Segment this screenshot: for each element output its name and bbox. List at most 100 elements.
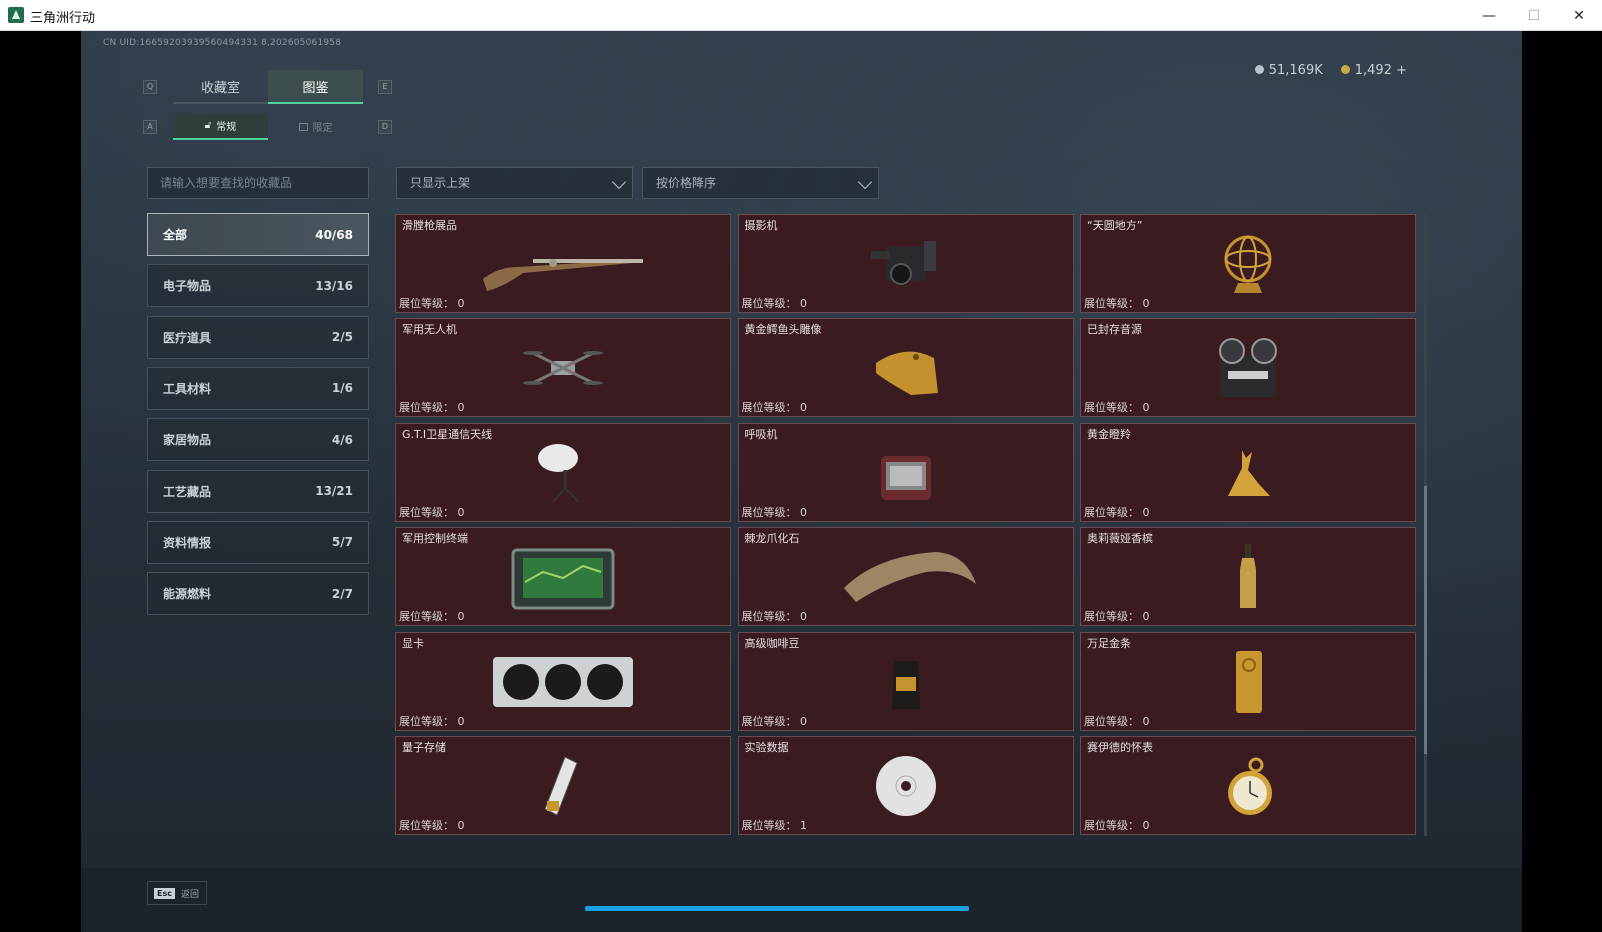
collection-card[interactable]: 奥莉薇娅香槟 展位等级： 0 — [1080, 527, 1416, 627]
chevron-down-icon — [857, 174, 873, 190]
tab-collection-room[interactable]: 收藏室 — [173, 70, 268, 104]
bottom-bar — [81, 868, 1522, 932]
item-name: 摄影机 — [744, 219, 778, 232]
category-count: 2/7 — [331, 586, 353, 601]
app-logo-icon — [8, 7, 24, 23]
item-name: 高级咖啡豆 — [744, 636, 800, 650]
collection-card[interactable]: 高级咖啡豆展位等级： 0 — [737, 631, 1074, 731]
collection-card[interactable]: “天圆地方” 展位等级： 0 — [1080, 214, 1416, 313]
display-level: 展位等级： 0 — [399, 401, 465, 415]
tab-codex[interactable]: 图鉴 — [268, 70, 363, 104]
category-item[interactable]: 工艺藏品 13/21 — [147, 469, 369, 513]
collection-card[interactable]: 呼吸机 展位等级： 0 — [737, 422, 1074, 522]
subtab-regular[interactable]: 🔓︎ 常规 — [173, 113, 268, 140]
item-name: 显卡 — [402, 636, 424, 650]
category-label: 医疗道具 — [163, 330, 212, 345]
collection-card[interactable]: 已封存音源 展位等级： 0 — [1080, 318, 1416, 418]
item-name: 量子存储 — [402, 741, 446, 754]
back-label: 返回 — [180, 889, 199, 900]
champagne-icon — [1158, 542, 1338, 612]
collection-card[interactable]: 实验数据 展位等级： 1 — [737, 736, 1074, 835]
player-uid: CN UID:16659203939560494331 8,2026050619… — [103, 38, 342, 48]
category-count: 1/6 — [331, 381, 353, 396]
category-count: 40/68 — [315, 227, 353, 242]
display-level: 展位等级： 0 — [399, 714, 465, 728]
lock-open-icon: 🔓︎ — [204, 120, 212, 131]
category-item[interactable]: 全部 40/68 — [147, 213, 369, 256]
claw-fossil-icon — [816, 542, 996, 612]
display-level: 展位等级： 0 — [1084, 819, 1150, 832]
collection-card[interactable]: 显卡展位等级： 0 — [395, 631, 731, 731]
display-level: 展位等级： 0 — [399, 297, 465, 310]
display-level: 展位等级： 0 — [1084, 610, 1150, 624]
collection-card[interactable]: 万足金条 展位等级： 0 — [1080, 631, 1416, 731]
maximize-button[interactable]: ☐ — [1511, 0, 1557, 31]
category-item[interactable]: 能源燃料 2/7 — [147, 572, 369, 616]
category-item[interactable]: 电子物品 13/16 — [147, 264, 369, 308]
display-level: 展位等级： 0 — [741, 297, 808, 310]
satellite-dish-icon — [473, 438, 653, 508]
collection-card[interactable]: 滑膛枪展品 展位等级： 0 — [395, 214, 731, 313]
collection-card[interactable]: 军用无人机展位等级： 0 — [395, 318, 731, 418]
key-hint-e: E — [378, 80, 392, 94]
coffee-bag-icon — [816, 647, 996, 717]
category-item[interactable]: 医疗道具 2/5 — [147, 315, 369, 359]
collection-card[interactable]: 摄影机展位等级： 0 — [737, 214, 1074, 313]
category-label: 资料情报 — [163, 535, 212, 550]
back-button[interactable]: Esc 返回 — [147, 881, 207, 905]
item-name: 军用无人机 — [402, 323, 457, 337]
display-level: 展位等级： 0 — [741, 610, 808, 624]
category-item[interactable]: 资料情报 5/7 — [147, 520, 369, 564]
item-name: “天圆地方” — [1087, 219, 1143, 232]
letterbox-right — [1522, 31, 1602, 932]
reel-recorder-icon — [1158, 333, 1338, 403]
subtab-limited[interactable]: 限定 — [268, 113, 363, 140]
item-name: 赛伊德的怀表 — [1087, 741, 1153, 754]
item-name: 已封存音源 — [1087, 323, 1142, 337]
category-count: 13/21 — [315, 484, 353, 498]
search-input[interactable]: 请输入想要查找的收藏品 — [147, 167, 369, 199]
close-button[interactable]: ✕ — [1556, 0, 1602, 31]
shelf-filter-dropdown[interactable]: 只显示上架 — [396, 167, 633, 199]
key-hint-q: Q — [143, 80, 157, 94]
letterbox-left — [0, 31, 81, 932]
display-level: 展位等级： 0 — [741, 714, 808, 728]
item-name: 实验数据 — [744, 741, 789, 754]
chevron-down-icon — [611, 174, 627, 190]
display-level: 展位等级： 0 — [399, 610, 465, 624]
category-item[interactable]: 工具材料 1/6 — [147, 366, 369, 410]
collection-card[interactable]: 棘龙爪化石 展位等级： 0 — [737, 527, 1074, 627]
collection-card[interactable]: 赛伊德的怀表 展位等级： 0 — [1080, 736, 1416, 835]
category-count: 2/5 — [331, 330, 353, 345]
window-title: 三角洲行动 — [30, 11, 96, 26]
category-label: 全部 — [163, 228, 188, 242]
gazelle-icon — [1158, 438, 1338, 508]
minimize-button[interactable]: — — [1466, 0, 1512, 31]
collection-card[interactable]: 军用控制终端 展位等级： 0 — [395, 527, 731, 627]
display-level: 展位等级： 0 — [741, 505, 808, 519]
currency-gold[interactable]: 1,492 + — [1340, 63, 1407, 78]
display-level: 展位等级： 0 — [399, 505, 465, 519]
silver-coin-icon — [1254, 65, 1264, 74]
collection-card[interactable]: 黄金瞪羚 展位等级： 0 — [1080, 422, 1416, 522]
sort-dropdown[interactable]: 按价格降序 — [642, 167, 879, 199]
item-name: 黄金鳄鱼头雕像 — [744, 323, 822, 337]
quantum-storage-icon — [473, 751, 653, 821]
item-name: 黄金瞪羚 — [1087, 427, 1131, 441]
item-name: 军用控制终端 — [402, 532, 468, 546]
collection-card[interactable]: G.T.I卫星通信天线 展位等级： 0 — [395, 422, 731, 522]
category-label: 家居物品 — [163, 433, 212, 448]
category-item[interactable]: 家居物品 4/6 — [147, 418, 369, 462]
category-label: 工艺藏品 — [163, 484, 212, 499]
display-level: 展位等级： 0 — [399, 819, 465, 832]
key-hint-d: D — [378, 120, 392, 134]
musket-icon — [473, 229, 653, 299]
item-name: 万足金条 — [1087, 636, 1131, 650]
collection-card[interactable]: 量子存储展位等级： 0 — [395, 736, 731, 835]
armillary-sphere-icon — [1158, 229, 1338, 299]
collection-card[interactable]: 黄金鳄鱼头雕像 展位等级： 0 — [737, 318, 1074, 418]
currency-display: 51,169K 1,492 + — [1254, 63, 1407, 78]
scrollbar-thumb[interactable] — [1424, 486, 1427, 754]
camera-icon — [816, 229, 996, 299]
drone-icon — [473, 333, 653, 403]
